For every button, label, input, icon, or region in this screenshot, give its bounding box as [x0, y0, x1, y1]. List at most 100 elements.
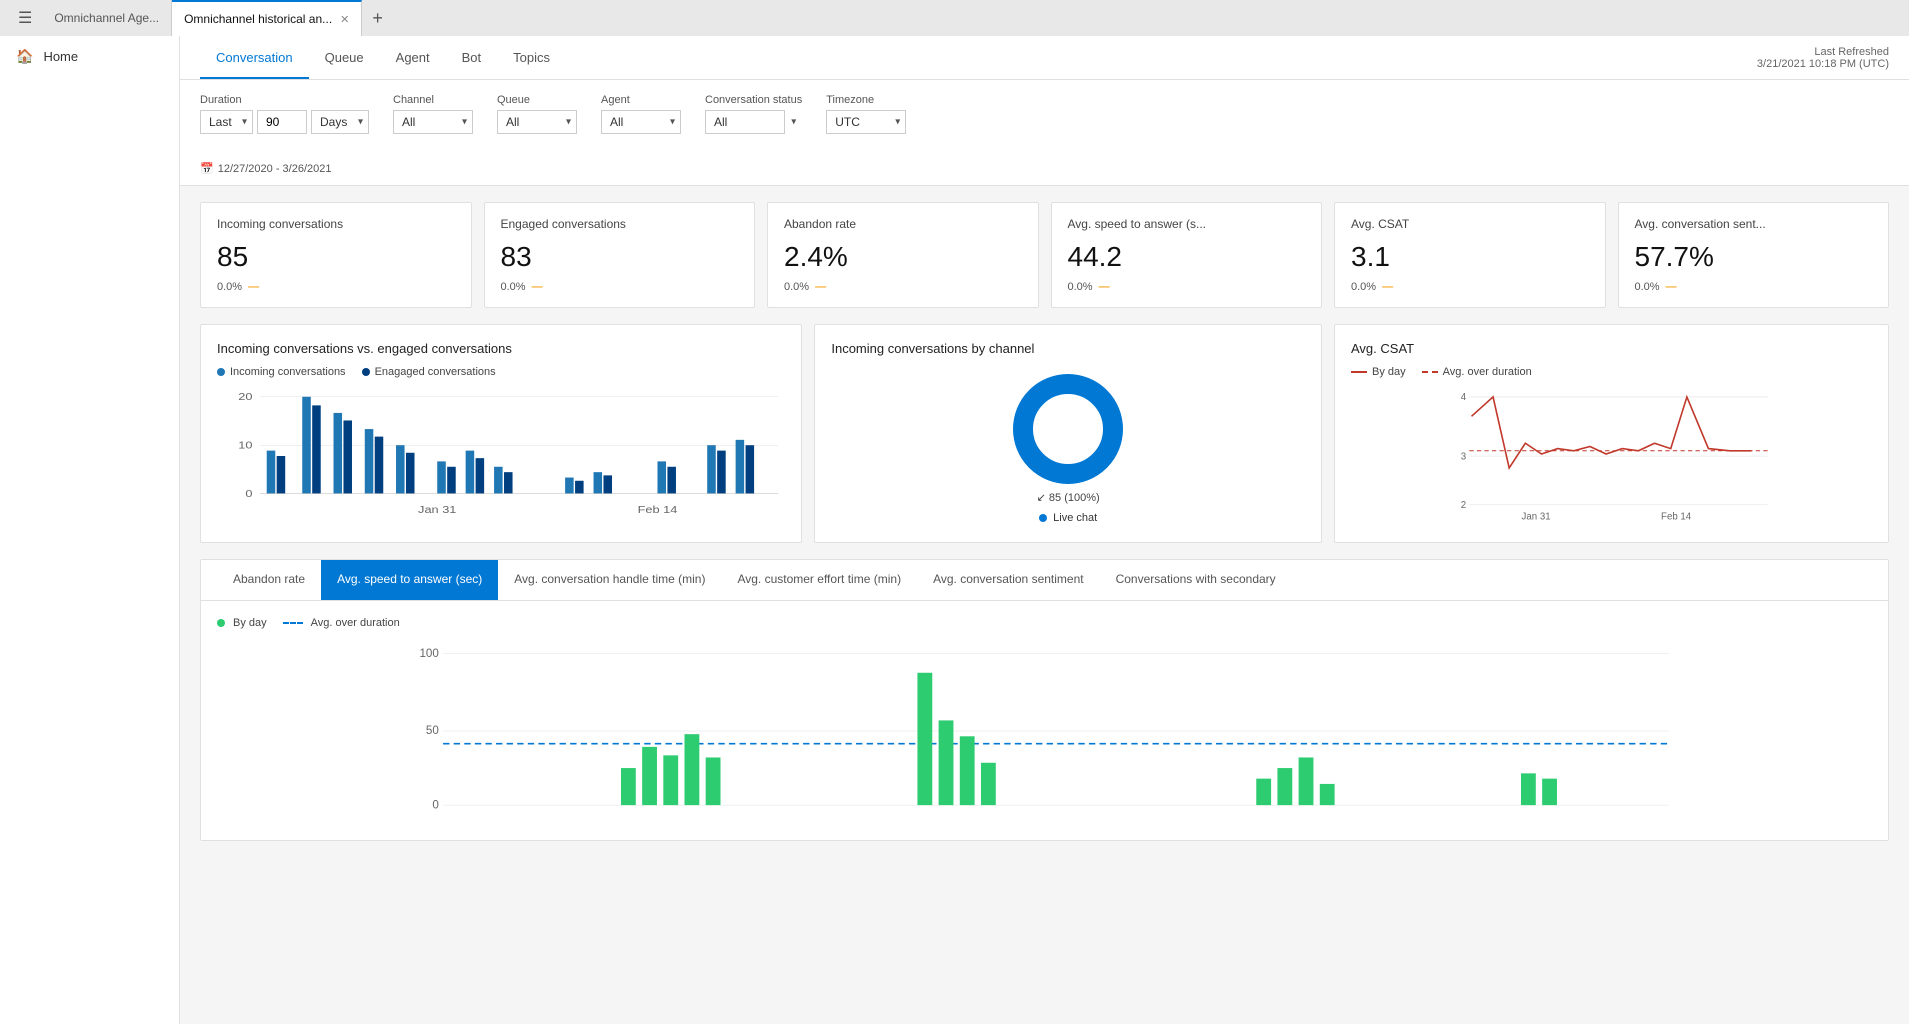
duration-value-input[interactable] [257, 110, 307, 134]
csat-line-chart: 4 3 2 Jan 31 [1351, 384, 1872, 524]
csat-legend: By day Avg. over duration [1351, 366, 1872, 378]
kpi-csat-value: 3.1 [1351, 241, 1589, 273]
svg-text:20: 20 [238, 392, 252, 402]
kpi-abandon-change: 0.0% — [784, 281, 1022, 293]
date-range: 📅 12/27/2020 - 3/26/2021 [200, 162, 1889, 175]
tab-bot-label: Bot [462, 50, 482, 65]
last-refreshed: Last Refreshed 3/21/2021 10:18 PM (UTC) [1757, 46, 1889, 70]
csat-by-day-legend: By day [1351, 366, 1406, 378]
kpi-incoming-dash: — [248, 281, 259, 293]
timezone-select-wrapper: UTC [826, 110, 906, 134]
bottom-tab-effort[interactable]: Avg. customer effort time (min) [721, 560, 917, 600]
browser-tab-2[interactable]: Omnichannel historical an... ✕ [172, 0, 362, 36]
last-refreshed-label: Last Refreshed [1757, 46, 1889, 58]
kpi-abandon-dash: — [815, 281, 826, 293]
conversation-status-label: Conversation status [705, 94, 802, 106]
donut-legend: Live chat [1039, 512, 1097, 524]
svg-text:Feb 14: Feb 14 [638, 505, 678, 515]
chart-incoming-vs-engaged: Incoming conversations vs. engaged conve… [200, 324, 802, 543]
browser-tab-1-label: Omnichannel Age... [54, 11, 159, 25]
conversation-status-select[interactable]: All [705, 110, 785, 134]
kpi-speed-change: 0.0% — [1068, 281, 1306, 293]
bottom-by-day-label: By day [233, 617, 267, 629]
browser-tab-2-label: Omnichannel historical an... [184, 12, 332, 26]
chart-by-channel: Incoming conversations by channel ↙ 85 (… [814, 324, 1322, 543]
filter-queue: Queue All [497, 94, 577, 134]
svg-text:3: 3 [1461, 451, 1466, 462]
bottom-chart-area: By day Avg. over duration 100 50 0 [201, 601, 1888, 840]
kpi-card-sentiment: Avg. conversation sent... 57.7% 0.0% — [1618, 202, 1890, 308]
kpi-csat-pct: 0.0% [1351, 281, 1376, 293]
bar-chart-svg: 20 10 0 [217, 386, 785, 526]
queue-select[interactable]: All [497, 110, 577, 134]
filter-timezone: Timezone UTC [826, 94, 906, 134]
csat-avg-label: Avg. over duration [1443, 366, 1532, 378]
tab-agent[interactable]: Agent [380, 36, 446, 79]
agent-select[interactable]: All [601, 110, 681, 134]
bottom-tab-abandon[interactable]: Abandon rate [217, 560, 321, 600]
dashboard: Incoming conversations 85 0.0% — Engaged… [180, 186, 1909, 857]
csat-svg: 4 3 2 Jan 31 [1351, 384, 1872, 524]
hamburger-menu[interactable]: ☰ [8, 8, 42, 28]
svg-text:4: 4 [1461, 392, 1467, 403]
channel-select-wrapper: All [393, 110, 473, 134]
date-range-value: 12/27/2020 - 3/26/2021 [218, 163, 332, 175]
filter-conversation-status: Conversation status All [705, 94, 802, 134]
bottom-tab-handle[interactable]: Avg. conversation handle time (min) [498, 560, 721, 600]
kpi-csat-title: Avg. CSAT [1351, 217, 1589, 231]
content-header: Last Refreshed 3/21/2021 10:18 PM (UTC) … [180, 36, 1909, 80]
bottom-tab-abandon-label: Abandon rate [233, 572, 305, 586]
tab-conversation[interactable]: Conversation [200, 36, 309, 79]
bottom-tab-speed[interactable]: Avg. speed to answer (sec) [321, 560, 498, 600]
timezone-label: Timezone [826, 94, 906, 106]
donut-svg [1008, 369, 1128, 489]
duration-unit-wrapper: Days [311, 110, 369, 134]
kpi-sentiment-dash: — [1666, 281, 1677, 293]
csat-avg-line [1422, 371, 1438, 373]
browser-tab-bar: ☰ Omnichannel Age... Omnichannel histori… [0, 0, 1909, 36]
svg-text:2: 2 [1461, 500, 1466, 511]
csat-by-day-line [1351, 371, 1367, 373]
chart-avg-csat-title: Avg. CSAT [1351, 341, 1872, 356]
bottom-chart-svg: 100 50 0 [217, 641, 1872, 821]
queue-select-wrapper: All [497, 110, 577, 134]
donut-label: ↙ 85 (100%) [1037, 491, 1100, 504]
bottom-tab-speed-label: Avg. speed to answer (sec) [337, 572, 482, 586]
kpi-sentiment-title: Avg. conversation sent... [1635, 217, 1873, 231]
donut-arrow: ↙ 85 (100%) [1037, 492, 1100, 504]
filter-duration: Duration Last Days [200, 94, 369, 134]
bottom-tabs: Abandon rate Avg. speed to answer (sec) … [201, 560, 1888, 601]
tab-topics-label: Topics [513, 50, 550, 65]
duration-preset-select[interactable]: Last [200, 110, 253, 134]
kpi-card-incoming: Incoming conversations 85 0.0% — [200, 202, 472, 308]
tab-topics[interactable]: Topics [497, 36, 566, 79]
timezone-select[interactable]: UTC [826, 110, 906, 134]
kpi-card-speed: Avg. speed to answer (s... 44.2 0.0% — [1051, 202, 1323, 308]
kpi-sentiment-value: 57.7% [1635, 241, 1873, 273]
home-icon: 🏠 [16, 48, 33, 65]
bottom-avg-dash [283, 622, 303, 624]
browser-tab-1[interactable]: Omnichannel Age... [42, 0, 172, 36]
charts-row: Incoming conversations vs. engaged conve… [200, 324, 1889, 543]
live-chat-label: Live chat [1053, 512, 1097, 524]
sidebar-item-home[interactable]: 🏠 Home [0, 36, 179, 77]
csat-avg-legend: Avg. over duration [1422, 366, 1532, 378]
duration-preset-wrapper: Last [200, 110, 253, 134]
filter-channel: Channel All [393, 94, 473, 134]
channel-select[interactable]: All [393, 110, 473, 134]
bottom-tab-secondary[interactable]: Conversations with secondary [1100, 560, 1292, 600]
bottom-tab-sentiment[interactable]: Avg. conversation sentiment [917, 560, 1100, 600]
tab-agent-label: Agent [396, 50, 430, 65]
kpi-csat-dash: — [1382, 281, 1393, 293]
last-refreshed-value: 3/21/2021 10:18 PM (UTC) [1757, 58, 1889, 70]
duration-label: Duration [200, 94, 369, 106]
new-tab-button[interactable]: + [362, 4, 393, 33]
bottom-chart-legend: By day Avg. over duration [217, 617, 1872, 629]
close-tab-icon[interactable]: ✕ [340, 13, 349, 26]
legend-incoming-dot [217, 368, 225, 376]
kpi-incoming-value: 85 [217, 241, 455, 273]
tab-queue[interactable]: Queue [309, 36, 380, 79]
main-content: Last Refreshed 3/21/2021 10:18 PM (UTC) … [180, 36, 1909, 1024]
tab-bot[interactable]: Bot [446, 36, 498, 79]
duration-unit-select[interactable]: Days [311, 110, 369, 134]
